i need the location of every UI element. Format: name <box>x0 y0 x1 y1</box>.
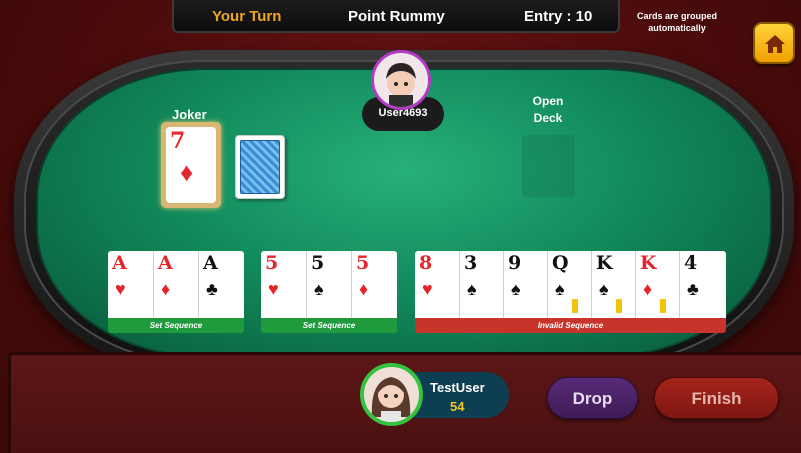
open-deck-label: Open Deck <box>532 94 564 125</box>
joker-label: Joker <box>172 107 207 122</box>
card-suit: ♠ <box>555 279 565 299</box>
card-back-pattern <box>240 140 280 194</box>
open-deck-slot[interactable] <box>522 135 575 197</box>
face-card-art <box>616 299 622 313</box>
playing-card[interactable]: Q ♠ <box>547 251 592 321</box>
group-status-bar: Invalid Sequence <box>415 318 726 333</box>
player-score: 54 <box>450 399 465 414</box>
playing-card[interactable]: A ♦ <box>153 251 198 321</box>
playing-card[interactable]: 5 ♠ <box>306 251 351 321</box>
card-suit: ♣ <box>687 279 699 299</box>
playing-card[interactable]: A ♣ <box>198 251 243 321</box>
group-cards: 8 ♥ 3 ♠ 9 ♠ Q ♠ K ♠ K ♦ 4 ♣ <box>415 251 726 321</box>
card-rank: 4 <box>684 252 698 274</box>
card-suit: ♠ <box>599 279 609 299</box>
playing-card[interactable]: 5 ♥ <box>261 251 306 321</box>
playing-card[interactable]: 9 ♠ <box>503 251 548 321</box>
card-group-3: 8 ♥ 3 ♠ 9 ♠ Q ♠ K ♠ K ♦ 4 ♣ Invalid Sequ… <box>415 251 726 333</box>
playing-card[interactable]: 4 ♣ <box>679 251 724 321</box>
card-rank: 5 <box>265 252 279 274</box>
card-group-2: 5 ♥ 5 ♠ 5 ♦ Set Sequence <box>261 251 397 333</box>
card-rank: Q <box>552 252 569 274</box>
player-avatar <box>360 363 423 426</box>
face-card-art <box>660 299 666 313</box>
turn-indicator: Your Turn <box>212 8 282 25</box>
card-rank: A <box>203 252 218 274</box>
joker-rank: 7 <box>170 128 186 154</box>
home-button[interactable] <box>753 22 795 64</box>
card-rank: A <box>158 252 173 274</box>
playing-card[interactable]: K ♠ <box>591 251 636 321</box>
card-suit: ♦ <box>643 279 653 299</box>
card-suit: ♠ <box>511 279 521 299</box>
game-type-label: Point Rummy <box>348 8 445 25</box>
card-rank: A <box>112 252 127 274</box>
card-suit: ♦ <box>359 279 369 299</box>
card-suit: ♠ <box>314 279 324 299</box>
card-rank: K <box>596 252 613 274</box>
card-suit: ♥ <box>115 279 126 299</box>
home-icon <box>765 35 785 53</box>
joker-card: 7 ♦ <box>166 127 216 203</box>
finish-button[interactable]: Finish <box>654 377 779 419</box>
joker-suit: ♦ <box>180 157 194 187</box>
grouped-note: Cards are grouped automatically <box>636 11 718 33</box>
playing-card[interactable]: A ♥ <box>108 251 153 321</box>
drop-button[interactable]: Drop <box>547 377 638 419</box>
card-suit: ♦ <box>161 279 171 299</box>
group-status-bar: Set Sequence <box>261 318 397 333</box>
opponent-avatar <box>371 50 431 110</box>
top-status-bar: Your Turn Point Rummy Entry : 10 <box>172 0 620 33</box>
card-suit: ♠ <box>467 279 477 299</box>
card-suit: ♥ <box>422 279 433 299</box>
entry-fee-label: Entry : 10 <box>524 8 593 25</box>
card-group-1: A ♥ A ♦ A ♣ Set Sequence <box>108 251 244 333</box>
card-rank: 9 <box>508 252 522 274</box>
playing-card[interactable]: K ♦ <box>635 251 680 321</box>
card-rank: 5 <box>356 252 370 274</box>
card-suit: ♣ <box>206 279 218 299</box>
playing-card[interactable]: 8 ♥ <box>415 251 460 321</box>
closed-deck[interactable] <box>235 135 285 199</box>
group-status-bar: Set Sequence <box>108 318 244 333</box>
card-rank: 3 <box>464 252 478 274</box>
card-rank: 8 <box>419 252 433 274</box>
face-card-art <box>572 299 578 313</box>
player-name: TestUser <box>430 380 485 395</box>
card-rank: 5 <box>311 252 325 274</box>
playing-card[interactable]: 5 ♦ <box>351 251 396 321</box>
card-rank: K <box>640 252 657 274</box>
playing-card[interactable]: 3 ♠ <box>459 251 504 321</box>
card-suit: ♥ <box>268 279 279 299</box>
group-cards: 5 ♥ 5 ♠ 5 ♦ <box>261 251 397 321</box>
group-cards: A ♥ A ♦ A ♣ <box>108 251 244 321</box>
